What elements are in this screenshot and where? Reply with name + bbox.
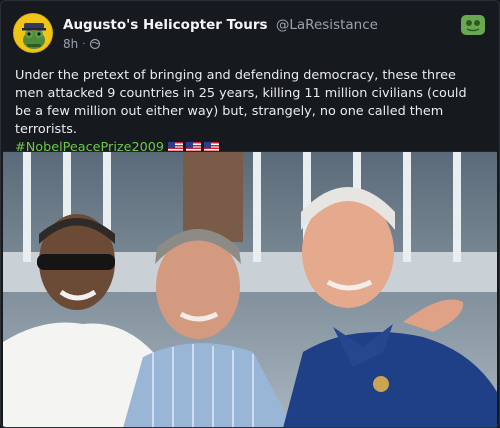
post-meta: 8h ·: [63, 37, 101, 51]
photo-three-men: [3, 152, 497, 427]
frog-mascot-icon: [14, 14, 52, 52]
visibility-icon: [90, 38, 101, 50]
display-name[interactable]: Augusto's Helicopter Tours: [63, 17, 268, 33]
avatar[interactable]: [13, 13, 53, 53]
post-header: Augusto's Helicopter Tours @LaResistance…: [13, 13, 487, 59]
separator-dot: ·: [82, 38, 86, 50]
post-text: Under the pretext of bringing and defend…: [15, 68, 467, 137]
post-timestamp[interactable]: 8h: [63, 37, 78, 51]
author-line: Augusto's Helicopter Tours @LaResistance: [63, 17, 378, 33]
post-body: Under the pretext of bringing and defend…: [15, 67, 485, 157]
community-badge-icon[interactable]: [461, 15, 485, 35]
user-handle[interactable]: @LaResistance: [276, 17, 378, 33]
social-post-card: Augusto's Helicopter Tours @LaResistance…: [0, 0, 500, 428]
post-image[interactable]: [3, 151, 497, 427]
